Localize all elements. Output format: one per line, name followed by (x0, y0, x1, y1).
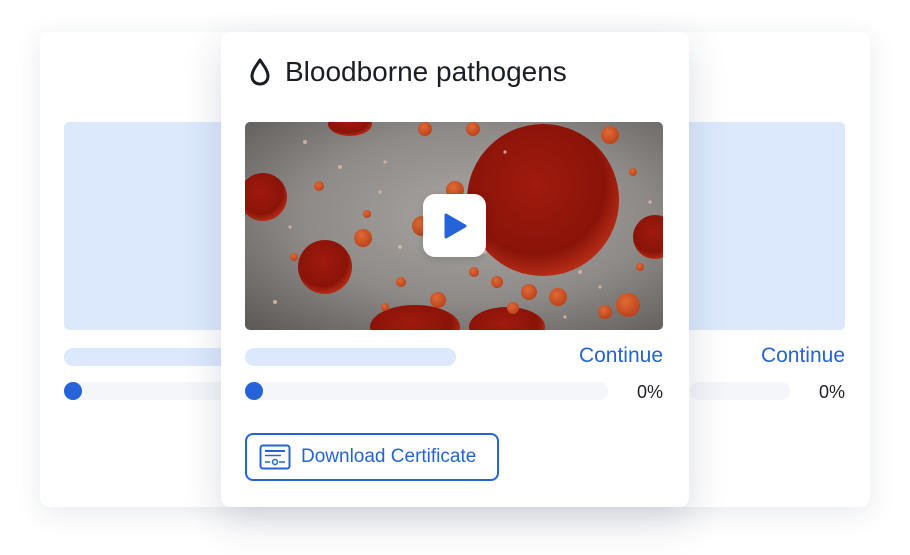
course-progress-dot (245, 382, 263, 400)
continue-link[interactable]: Continue (579, 344, 663, 368)
left-card-title-placeholder (64, 348, 234, 366)
droplet-icon (250, 58, 270, 86)
course-title: Bloodborne pathogens (285, 56, 567, 87)
download-certificate-label: Download Certificate (301, 446, 477, 467)
course-video-thumbnail[interactable] (245, 122, 663, 330)
course-card-header: Bloodborne pathogens (249, 56, 567, 88)
course-title-placeholder (245, 348, 456, 366)
download-certificate-button[interactable]: Download Certificate (245, 433, 499, 481)
course-progress-percent: 0% (636, 382, 663, 402)
left-card-progress-dot (64, 382, 82, 400)
left-card-progress-track (64, 382, 234, 400)
certificate-icon (259, 444, 291, 470)
right-card-progress-track (690, 382, 790, 400)
right-card-progress-percent: 0% (818, 382, 845, 402)
course-cards-stage: Continue 0% Bloodborne pathogens Continu… (0, 0, 910, 555)
course-card[interactable]: Bloodborne pathogens Continue 0% Downloa… (221, 32, 689, 507)
course-progress-track (245, 382, 608, 400)
play-icon (444, 213, 466, 238)
play-button[interactable] (423, 194, 486, 257)
right-card-continue-link[interactable]: Continue (761, 344, 845, 368)
